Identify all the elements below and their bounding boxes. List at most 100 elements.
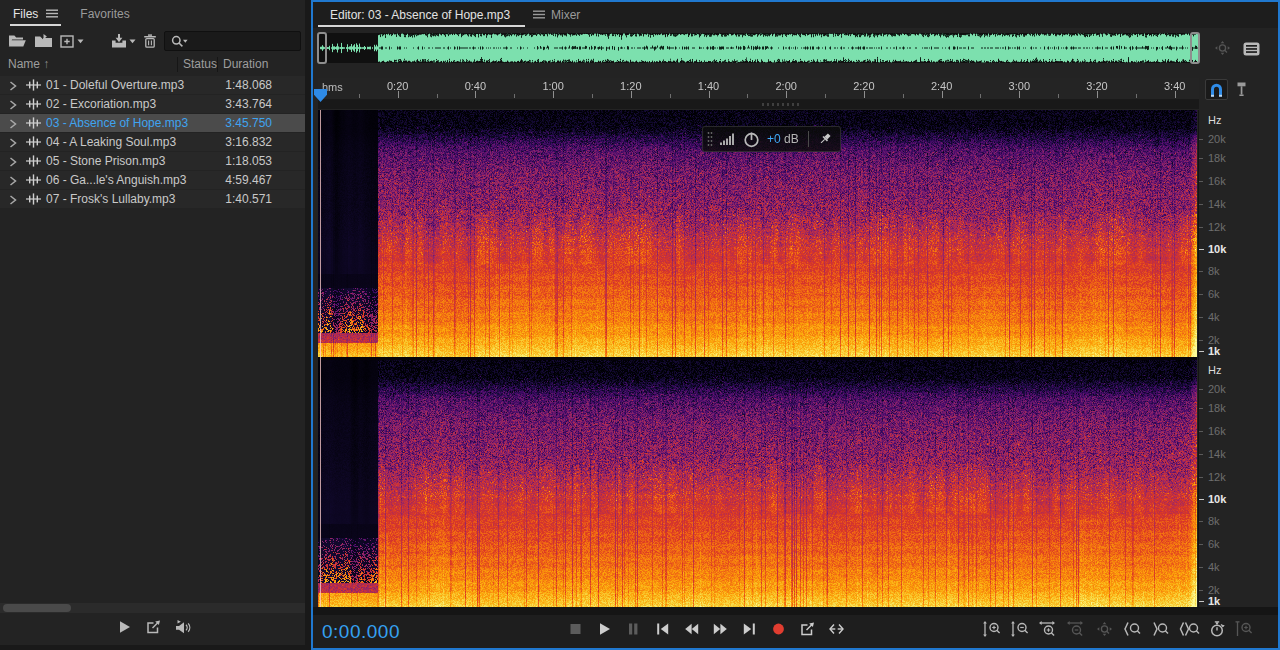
column-duration[interactable]: Duration	[223, 57, 268, 71]
frequency-scale-left-channel[interactable]: Hz20k18k16k14k12k10k8k6k4k2k1k	[1199, 110, 1280, 357]
file-duration: 3:16.832	[225, 135, 272, 149]
file-row-6[interactable]: 06 - Ga...le's Anguish.mp34:59.467	[0, 171, 305, 189]
trash-icon[interactable]	[143, 34, 157, 48]
overview-left-handle[interactable]	[317, 32, 327, 64]
panel-list-icon[interactable]	[1243, 42, 1260, 56]
import-folder-icon[interactable]	[34, 34, 53, 48]
ruler-tick	[786, 91, 787, 98]
frequency-label: 16k	[1208, 175, 1226, 187]
column-name[interactable]: Name ↑	[8, 57, 49, 71]
expand-chevron-icon[interactable]	[9, 175, 17, 189]
expand-chevron-icon[interactable]	[9, 118, 17, 132]
search-input[interactable]	[164, 31, 301, 51]
zoom-scrollbar-grip[interactable]	[762, 103, 799, 106]
spectrogram-display[interactable]	[318, 110, 1197, 607]
speaker-button[interactable]	[175, 620, 192, 634]
timeline-ruler[interactable]: hms0:200:401:001:201:402:002:202:403:003…	[318, 78, 1199, 100]
ruler-time-label: 2:20	[853, 80, 874, 92]
frequency-label: 20k	[1208, 133, 1226, 145]
zoom-in-horizontal-button[interactable]	[1039, 621, 1058, 637]
tab-mixer[interactable]: Mixer	[545, 2, 586, 28]
expand-chevron-icon[interactable]	[9, 137, 17, 151]
editor-tabbar: Editor: 03 - Absence of Hope.mp3 Mixer	[311, 0, 1280, 28]
ruler-buttons	[1205, 79, 1248, 100]
frequency-unit-label: Hz	[1208, 364, 1221, 376]
pause-button[interactable]	[626, 622, 641, 636]
waveform-file-icon	[26, 78, 41, 95]
frequency-tick	[1199, 499, 1204, 500]
frequency-tick	[1199, 544, 1203, 545]
expand-chevron-icon[interactable]	[9, 80, 17, 94]
next-button[interactable]	[742, 622, 757, 636]
spectrogram-canvas[interactable]	[318, 110, 1197, 607]
prev-button[interactable]	[655, 622, 670, 636]
frequency-scale[interactable]: Hz20k18k16k14k12k10k8k6k4k2k1k Hz20k18k1…	[1198, 110, 1280, 607]
zoom-out-horizontal-button[interactable]	[1067, 621, 1086, 637]
forward-button[interactable]	[713, 622, 728, 636]
tab-files[interactable]: Files	[10, 0, 61, 27]
frequency-scale-right-channel[interactable]: Hz20k18k16k14k12k10k8k6k4k2k1k	[1199, 360, 1280, 607]
expand-chevron-icon[interactable]	[9, 99, 17, 113]
skip-move-button[interactable]	[829, 622, 844, 636]
play-button[interactable]	[117, 620, 132, 634]
file-row-2[interactable]: 02 - Excoriation.mp33:43.764	[0, 95, 305, 113]
file-row-4[interactable]: 04 - A Leaking Soul.mp3 3:16.832	[0, 133, 305, 151]
expand-chevron-icon[interactable]	[9, 194, 17, 208]
loop-button[interactable]	[800, 622, 815, 636]
record-button[interactable]	[771, 622, 786, 636]
gain-hud[interactable]: +0 dB	[702, 126, 841, 152]
zoom-in-point-button[interactable]	[1123, 621, 1142, 637]
overview-waveform[interactable]	[318, 33, 1199, 63]
pin-icon[interactable]	[818, 132, 832, 146]
files-hscrollbar-thumb[interactable]	[3, 604, 71, 612]
zoom-reset-button[interactable]	[1095, 621, 1114, 637]
file-duration: 1:18.053	[225, 154, 272, 168]
frequency-tick	[1199, 340, 1203, 341]
timer-button[interactable]	[1209, 621, 1226, 637]
file-row-1[interactable]: 01 - Doleful Overture.mp31:48.068	[0, 76, 305, 94]
pan-zoom-icon[interactable]	[1214, 41, 1231, 57]
magnet-icon	[1208, 81, 1225, 98]
hud-grip-icon[interactable]	[707, 131, 713, 147]
footer-gap	[313, 607, 1278, 615]
time-display[interactable]: 0:00.000	[322, 621, 400, 643]
files-column-headers[interactable]: Name ↑ Status Duration	[0, 55, 305, 74]
waveform-file-icon	[26, 116, 41, 133]
files-panel: Files Favorites Name ↑ Status Duration 0…	[0, 0, 305, 645]
stop-button[interactable]	[568, 622, 583, 636]
gain-knob-icon[interactable]	[743, 131, 760, 148]
loop-button[interactable]	[146, 620, 161, 634]
playhead-line	[320, 110, 321, 607]
zoom-playhead-button[interactable]	[1235, 621, 1254, 637]
zoom-in-vertical-button[interactable]	[983, 621, 1002, 637]
file-row-3[interactable]: 03 - Absence of Hope.mp33:45.750	[0, 114, 305, 132]
play-button[interactable]	[597, 622, 612, 636]
open-folder-icon[interactable]	[8, 34, 27, 48]
snap-button[interactable]	[1205, 79, 1228, 100]
zoom-out-point-button[interactable]	[1151, 621, 1170, 637]
file-row-5[interactable]: 05 - Stone Prison.mp31:18.053	[0, 152, 305, 170]
editor-panel-menu-icon[interactable]	[533, 10, 545, 19]
horizontal-zoom-scrollbar[interactable]	[318, 100, 1199, 109]
overview-right-handle[interactable]	[1190, 32, 1200, 64]
ruler-tick	[398, 91, 399, 98]
new-item-icon[interactable]	[60, 35, 84, 48]
marker-pin-icon[interactable]	[1235, 82, 1248, 98]
frequency-tick	[1199, 477, 1203, 478]
zoom-out-vertical-button[interactable]	[1011, 621, 1030, 637]
frequency-label: 1k	[1208, 595, 1220, 607]
overview-waveform-canvas[interactable]	[318, 33, 1199, 63]
file-row-7[interactable]: 07 - Frosk's Lullaby.mp31:40.571	[0, 190, 305, 208]
column-status[interactable]: Status	[183, 57, 217, 71]
rewind-button[interactable]	[684, 622, 699, 636]
file-name: 04 - A Leaking Soul.mp3	[46, 135, 176, 149]
frequency-label: 8k	[1208, 265, 1220, 277]
files-panel-menu-icon[interactable]	[46, 9, 58, 18]
tab-favorites[interactable]: Favorites	[77, 0, 132, 27]
files-hscrollbar[interactable]	[0, 603, 305, 613]
import-media-icon[interactable]	[111, 34, 136, 48]
tab-editor[interactable]: Editor: 03 - Absence of Hope.mp3	[318, 2, 510, 28]
gain-value[interactable]: +0 dB	[767, 132, 799, 146]
zoom-selection-button[interactable]	[1179, 621, 1200, 637]
expand-chevron-icon[interactable]	[9, 156, 17, 170]
